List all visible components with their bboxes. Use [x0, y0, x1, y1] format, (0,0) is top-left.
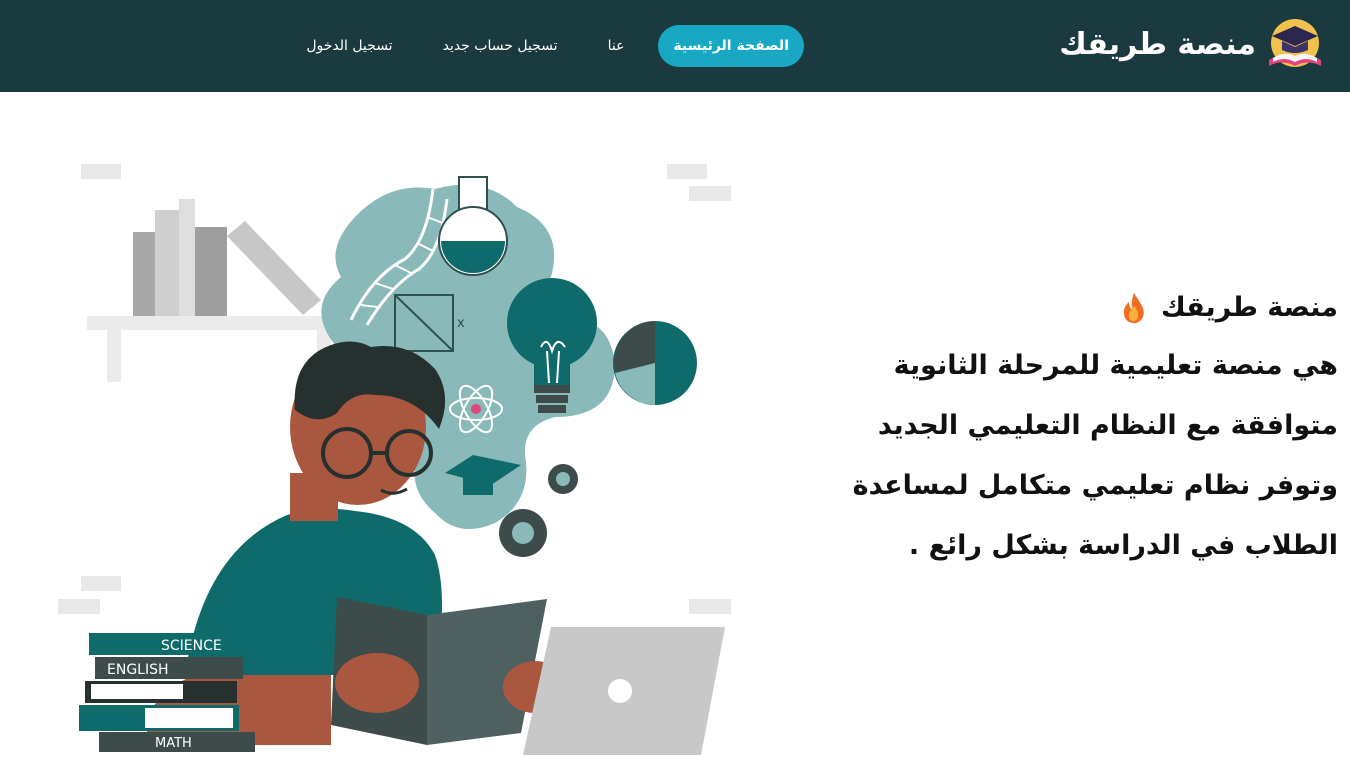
flame-icon — [1123, 293, 1144, 324]
book-spine-science: SCIENCE — [161, 638, 222, 654]
brand[interactable]: منصة طريقك — [1059, 12, 1326, 76]
book-spine-math: MATH — [155, 736, 192, 751]
main-nav: الصفحة الرئيسية عنا تسجيل حساب جديد تسجي… — [290, 25, 804, 67]
book-spine-english: ENGLISH — [107, 662, 169, 678]
graduation-cap-book-logo-icon — [1269, 19, 1321, 67]
hero-line-4: الطلاب في الدراسة بشكل رائع . — [908, 530, 1338, 561]
hero-line-1: هي منصة تعليمية للمرحلة الثانوية — [893, 350, 1338, 381]
hero-title-text: منصة طريقك — [1160, 292, 1338, 323]
hero-title: منصة طريقك — [778, 280, 1338, 336]
nav-home-link[interactable]: الصفحة الرئيسية — [658, 25, 804, 67]
nav-about-link[interactable]: عنا — [592, 25, 641, 67]
navbar: منصة طريقك الصفحة الرئيسية عنا تسجيل حسا… — [0, 0, 1350, 92]
svg-text:x: x — [457, 316, 465, 331]
nav-register-link[interactable]: تسجيل حساب جديد — [427, 25, 574, 67]
student-studying-illustration: x E = mc² SCIENCE ENGLISH MATH — [58, 164, 731, 755]
hero-line-3: وتوفر نظام تعليمي متكامل لمساعدة — [852, 470, 1338, 501]
nav-login-link[interactable]: تسجيل الدخول — [290, 25, 408, 67]
hero-line-2: متوافقة مع النظام التعليمي الجديد — [877, 410, 1338, 441]
brand-name: منصة طريقك — [1059, 26, 1256, 62]
hero-text: منصة طريقك هي منصة تعليمية للمرحلة الثان… — [778, 280, 1338, 576]
